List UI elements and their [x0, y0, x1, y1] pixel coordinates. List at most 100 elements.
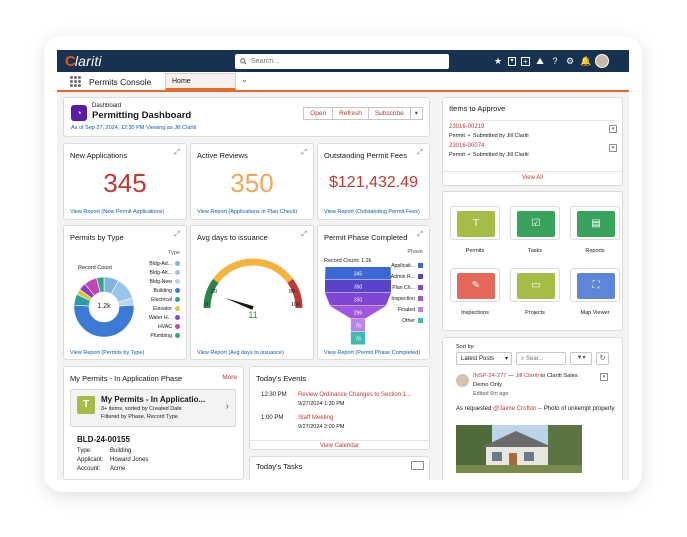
add-icon[interactable]: +: [521, 56, 530, 66]
legend-item[interactable]: Bldg-Ad...: [134, 259, 180, 268]
filter-button[interactable]: ▼▾: [570, 352, 592, 365]
legend-label: Bldg-New: [149, 278, 173, 285]
star-icon[interactable]: ★: [493, 56, 503, 67]
view-all-link[interactable]: View All: [443, 171, 622, 181]
legend-item[interactable]: Inspection: [383, 293, 423, 304]
global-header: C lariti ★ ▾ + ⛰ ? ⚙ 🔔: [57, 50, 629, 72]
event-row[interactable]: 1:00 PM Staff Meeting 9/27/2024 2:00 PM: [256, 415, 426, 435]
bell-icon[interactable]: 🔔: [580, 56, 591, 67]
post-author-avatar[interactable]: [456, 374, 469, 387]
search-input[interactable]: [251, 58, 431, 65]
approve-item-id[interactable]: 23016-00219: [449, 124, 484, 130]
legend-swatch: [175, 306, 180, 311]
legend-item[interactable]: Water H...: [134, 313, 180, 322]
approve-item[interactable]: 23016-00074 Permit • Submitted by Jill C…: [449, 140, 617, 160]
refresh-feed-button[interactable]: ↻: [596, 352, 609, 365]
field-value: Howard Jones: [110, 457, 149, 463]
help-icon[interactable]: ?: [550, 56, 560, 66]
chevron-down-icon: ▾: [504, 356, 508, 362]
chevron-down-icon[interactable]: ⌄: [237, 75, 252, 88]
expand-icon[interactable]: ⤢: [301, 231, 307, 239]
tile-label[interactable]: Map Viewer: [565, 310, 625, 316]
item-menu-button[interactable]: ▾: [609, 125, 617, 133]
new-applications-link[interactable]: View Report (New Permit Applications): [70, 209, 164, 215]
permit-icon: T: [77, 396, 95, 414]
expand-icon[interactable]: ⤢: [174, 149, 180, 157]
legend-item[interactable]: Other: [383, 315, 423, 326]
approve-item[interactable]: 23016-00219 Permit • Submitted by Jill C…: [449, 120, 617, 140]
active-reviews-link[interactable]: View Report (Applications in Plan Check): [197, 209, 297, 215]
legend-item[interactable]: Plumbing: [134, 331, 180, 340]
post-body: As requested @Jaime Crofton -- Photo of …: [456, 405, 616, 413]
mention-link[interactable]: @Jaime Crofton: [493, 406, 536, 412]
trailhead-icon[interactable]: ⛰: [535, 56, 545, 67]
legend-item[interactable]: Applicati...: [383, 260, 423, 271]
open-button[interactable]: Open: [303, 107, 334, 120]
expand-icon[interactable]: ⤢: [174, 231, 180, 239]
expand-icon[interactable]: ⤢: [417, 149, 423, 157]
phase-link[interactable]: View Report (Permit Phase Completed): [324, 350, 420, 356]
funnel-value-label: 76: [355, 336, 361, 342]
approve-item-id[interactable]: 23016-00074: [449, 143, 484, 149]
chevron-right-icon: ›: [225, 401, 229, 412]
record-id[interactable]: BLD-24-00155: [77, 435, 130, 444]
tile-label[interactable]: Projects: [505, 310, 565, 316]
legend-item[interactable]: Finaled: [383, 304, 423, 315]
expand-icon[interactable]: ⤢: [301, 149, 307, 157]
refresh-button[interactable]: Refresh: [332, 107, 369, 120]
legend-item[interactable]: Building: [134, 286, 180, 295]
global-search[interactable]: [235, 54, 449, 69]
tab-home[interactable]: Home: [165, 73, 236, 90]
view-calendar-link[interactable]: View Calendar: [250, 440, 429, 449]
legend-item[interactable]: Admin R...: [383, 271, 423, 282]
tile-label[interactable]: Inspections: [445, 310, 505, 316]
tasks-dropdown-button[interactable]: [411, 461, 424, 470]
post-menu-button[interactable]: ▾: [600, 373, 608, 381]
event-row[interactable]: 12:30 PM Review Ordinance Changes to Sec…: [256, 392, 426, 412]
legend-item[interactable]: Electrical: [134, 295, 180, 304]
more-link[interactable]: More: [222, 374, 237, 381]
legend-item[interactable]: HVAC: [134, 322, 180, 331]
expand-icon[interactable]: ⤢: [417, 231, 423, 239]
settings-icon[interactable]: ⚙: [565, 56, 575, 67]
tile-permits[interactable]: T: [450, 206, 500, 240]
event-name[interactable]: Review Ordinance Changes to Section 1...: [298, 392, 411, 398]
avg-days-link[interactable]: View Report (Avg days to issuance): [197, 350, 284, 356]
sort-select[interactable]: Latest Posts ▾: [456, 352, 512, 365]
tile-reports[interactable]: ▤: [570, 206, 620, 240]
list-view-item[interactable]: T My Permits - In Applicatio... 3+ items…: [70, 389, 236, 427]
donut-center-value: 1.2k: [97, 303, 111, 310]
legend-item[interactable]: Plan Ch...: [383, 282, 423, 293]
tasks-title: Today's Tasks: [256, 462, 303, 471]
post-author-link[interactable]: Jill Clariti: [516, 373, 539, 379]
tile-label[interactable]: Permits: [445, 248, 505, 254]
tile-tasks[interactable]: ☑: [510, 206, 560, 240]
tile-projects[interactable]: ▭: [510, 268, 560, 302]
app-nav-bar: Permits Console Home ⌄: [57, 72, 629, 92]
item-menu-button[interactable]: ▾: [609, 144, 617, 152]
permits-by-type-link[interactable]: View Report (Permits by Type): [70, 350, 144, 356]
outstanding-fees-link[interactable]: View Report (Outstanding Permit Fees): [324, 209, 420, 215]
tile-map-viewer[interactable]: ⛶: [570, 268, 620, 302]
post-photo[interactable]: [456, 425, 582, 473]
event-name[interactable]: Staff Meeting: [298, 415, 333, 421]
legend-item[interactable]: Bldg-Alt...: [134, 268, 180, 277]
post-record-link[interactable]: INSP-24-277: [473, 373, 507, 379]
legend-item[interactable]: Bldg-New: [134, 277, 180, 286]
user-avatar[interactable]: [595, 54, 609, 68]
tile-label[interactable]: Tasks: [505, 248, 565, 254]
tile-inspections[interactable]: ✎: [450, 268, 500, 302]
post-text-2: -- Photo of unkempt property: [538, 406, 615, 412]
feed-search[interactable]: ⌕ Sear...: [516, 352, 566, 365]
app-logo[interactable]: C lariti: [65, 52, 102, 70]
permit-icon: T: [457, 211, 495, 237]
app-launcher-icon[interactable]: [70, 76, 81, 87]
legend-label: Plan Ch...: [392, 284, 415, 291]
more-actions-button[interactable]: ▾: [409, 107, 423, 120]
subscribe-button[interactable]: Subscribe: [367, 107, 411, 120]
favorites-dropdown-icon[interactable]: ▾: [508, 56, 516, 66]
tile-label[interactable]: Reports: [565, 248, 625, 254]
legend-label: Other: [402, 317, 415, 324]
outstanding-fees-title: Outstanding Permit Fees: [324, 151, 407, 160]
legend-item[interactable]: Elevator: [134, 304, 180, 313]
